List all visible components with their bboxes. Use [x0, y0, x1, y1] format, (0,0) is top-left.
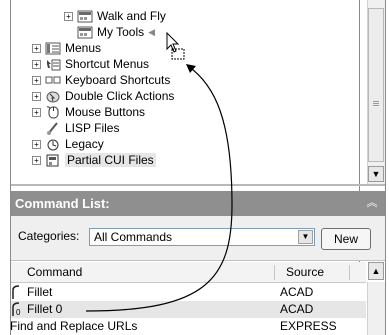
frame-border — [10, 0, 11, 335]
cui-editor-panel: + Walk and Fly My Tools ◀ + Menus + Shor… — [0, 0, 389, 335]
drag-path-arrow — [85, 64, 233, 312]
frame-border — [385, 0, 386, 335]
